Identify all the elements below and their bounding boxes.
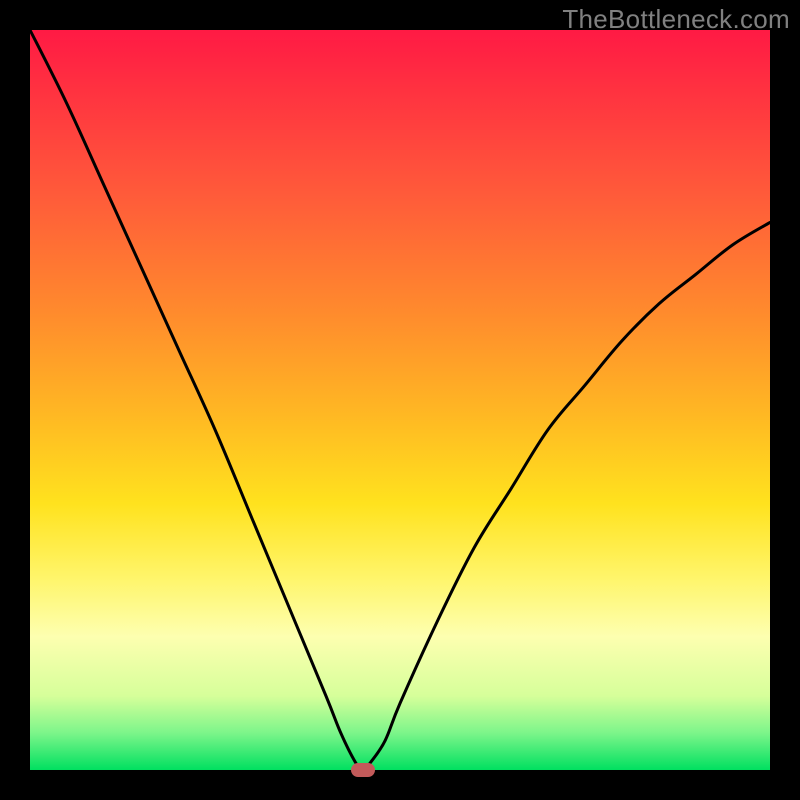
bottleneck-curve — [30, 30, 770, 770]
chart-frame: TheBottleneck.com — [0, 0, 800, 800]
watermark-text: TheBottleneck.com — [562, 4, 790, 35]
optimal-point-marker — [351, 763, 375, 777]
